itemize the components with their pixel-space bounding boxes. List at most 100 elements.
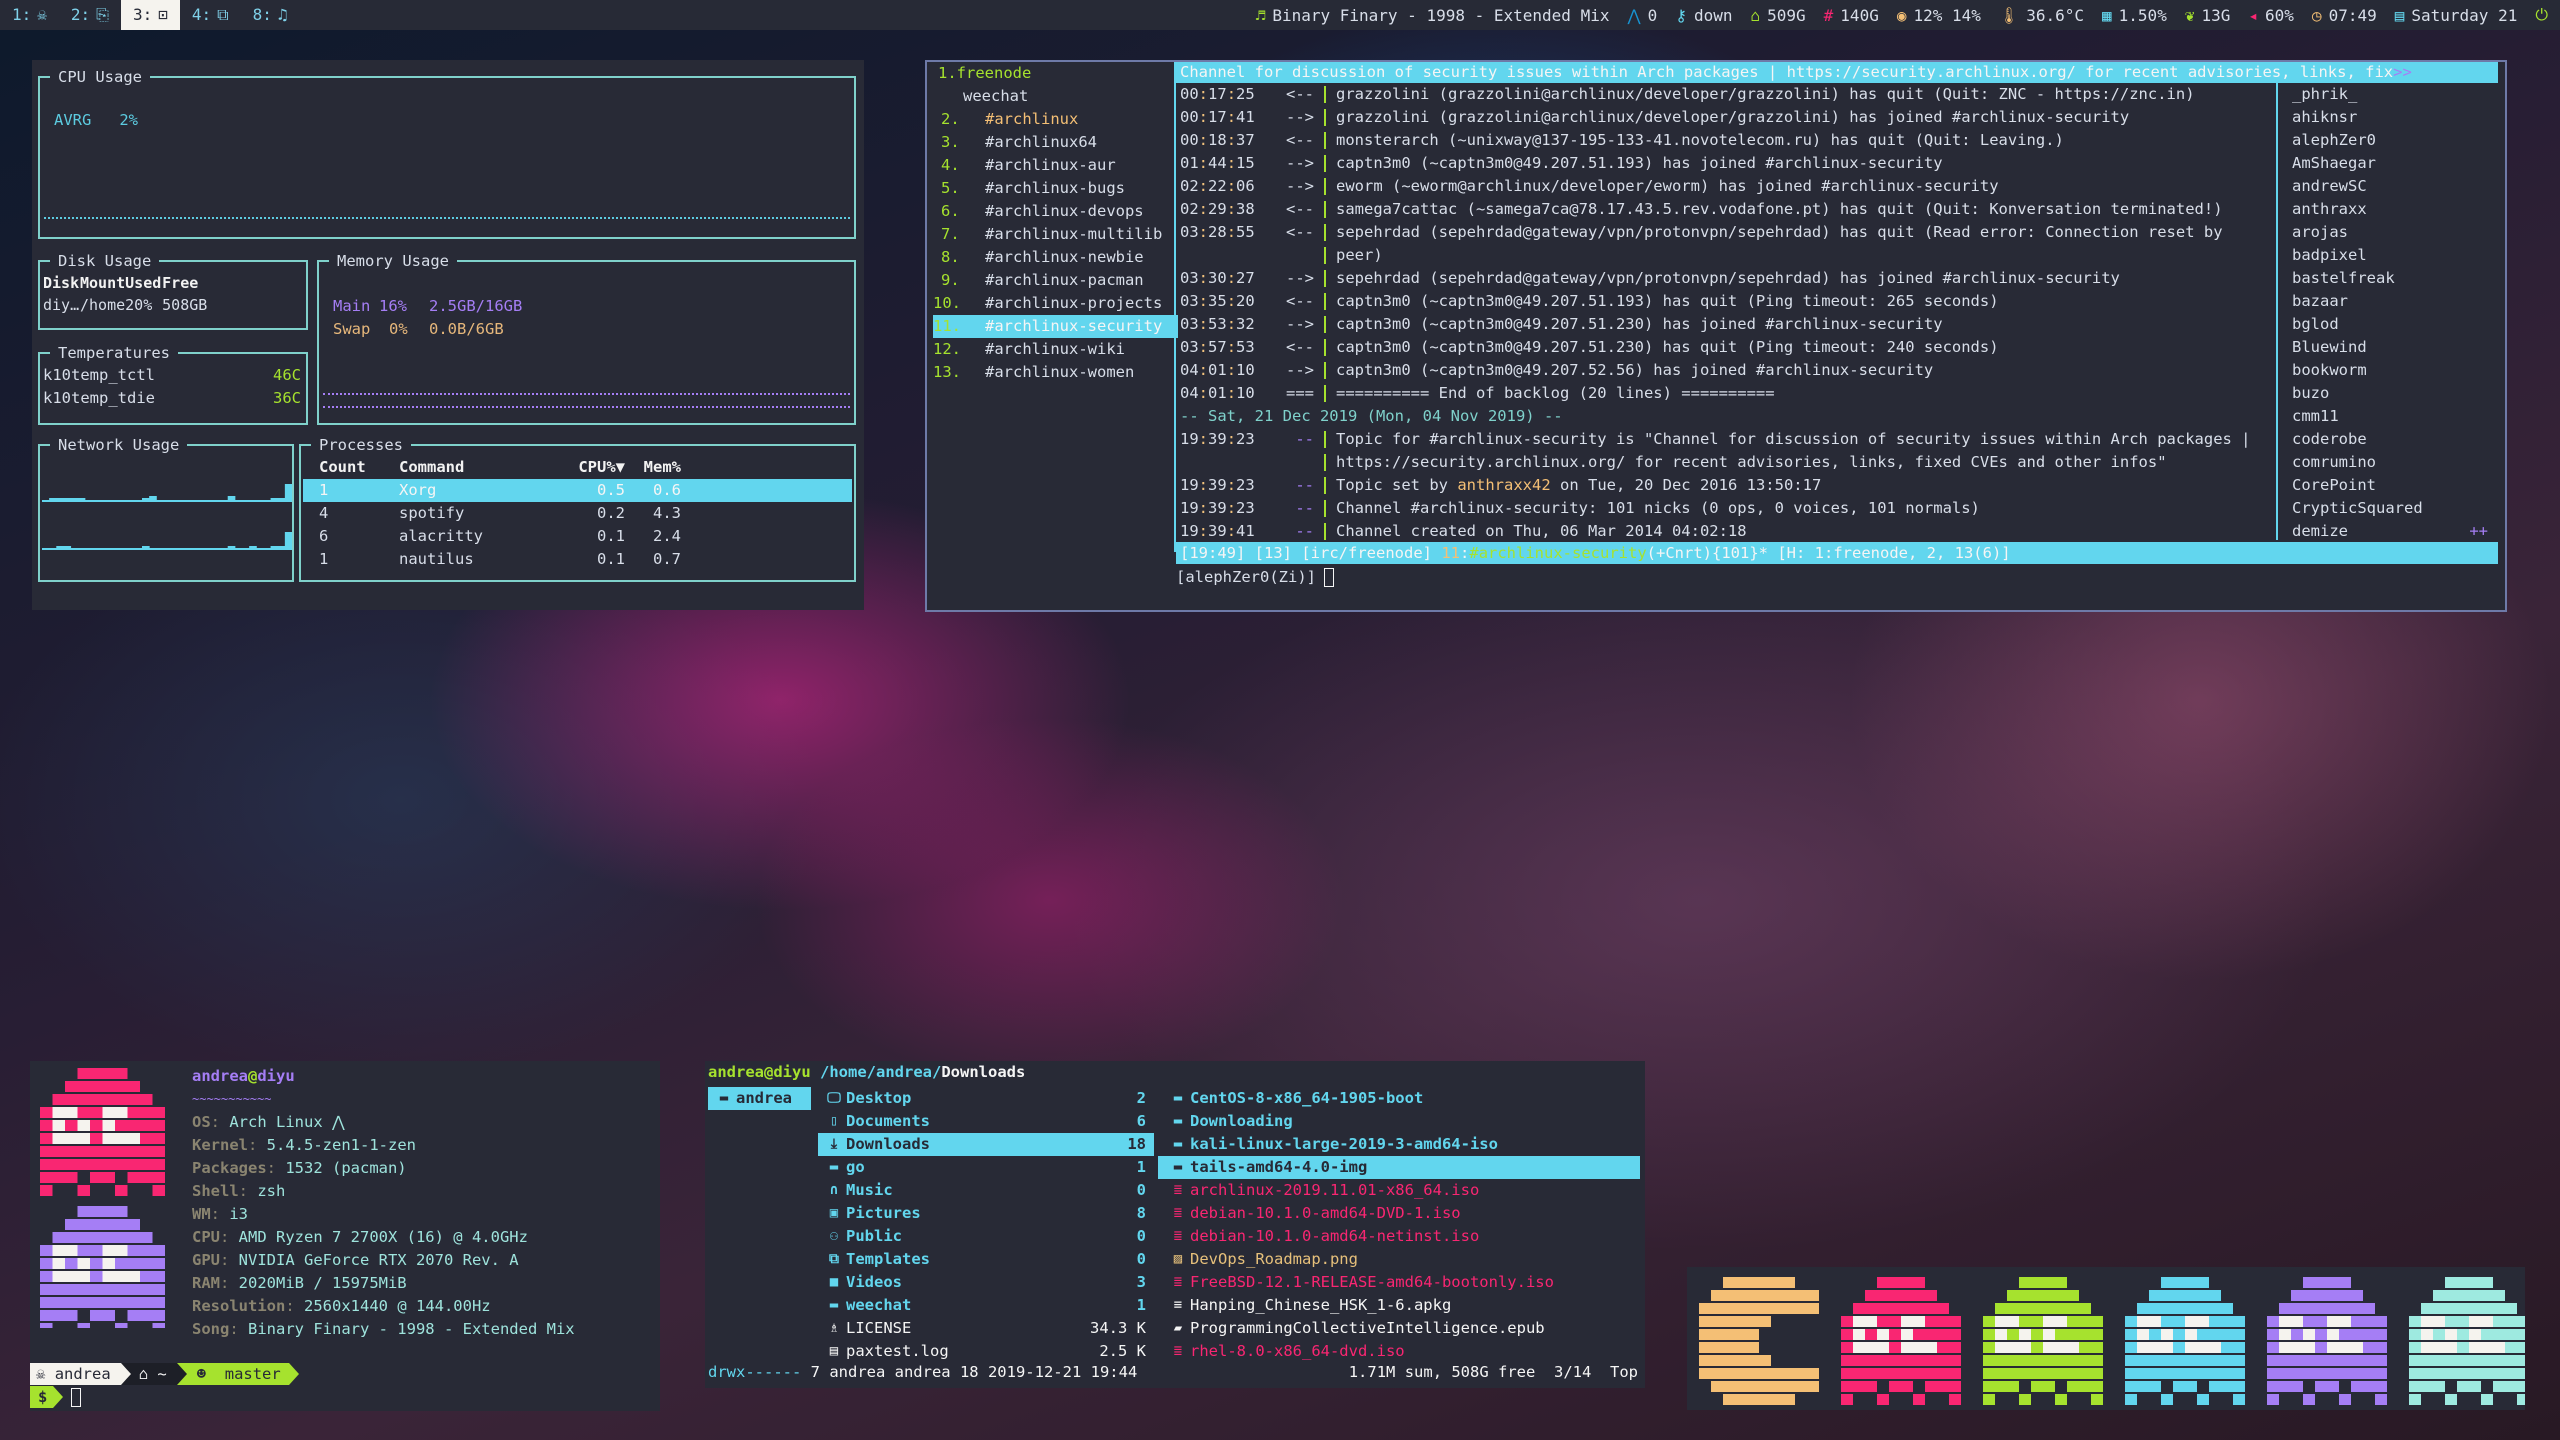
status-clock[interactable]: ◷ 07:49 xyxy=(2312,6,2377,25)
preview-entry[interactable]: ≣ debian-10.1.0-amd64-DVD-1.iso xyxy=(1158,1202,1640,1225)
file-entry[interactable]: ∩ Music 0 xyxy=(818,1179,1154,1202)
nick-item[interactable]: buzo xyxy=(2292,382,2492,405)
process-row[interactable]: 6 alacritty 0.1 2.4 xyxy=(303,525,852,548)
nick-item[interactable]: badpixel xyxy=(2292,244,2492,267)
nick-item[interactable]: Bluewind xyxy=(2292,336,2492,359)
nick-item[interactable]: bookworm xyxy=(2292,359,2492,382)
timestamp: 02:29:38 xyxy=(1180,200,1255,218)
file-entry[interactable]: ■ Videos 3 xyxy=(818,1271,1154,1294)
buffer-item[interactable]: 2. #archlinux xyxy=(933,108,1178,131)
preview-entry[interactable]: ▰ ProgrammingCollectiveIntelligence.epub xyxy=(1158,1317,1640,1340)
status-updates[interactable]: ⋀ 0 xyxy=(1627,6,1657,25)
neofetch-terminal[interactable]: andrea@diyu ~~~~~~~~~~~ OS: Arch Linux ⋀… xyxy=(30,1061,660,1411)
gtop-window[interactable]: CPU Usage AVRG 2% Disk Usage Disk Mount … xyxy=(32,60,864,610)
buffer-item[interactable]: 8. #archlinux-newbie xyxy=(933,246,1178,269)
buffer-item[interactable]: 1.freenode xyxy=(933,62,1178,85)
weechat-input[interactable]: [alephZer0(Zi)] xyxy=(1176,566,1334,589)
process-row[interactable]: 1 nautilus 0.1 0.7 xyxy=(303,548,852,571)
buffer-item[interactable]: 12. #archlinux-wiki xyxy=(933,338,1178,361)
workspace-3[interactable]: 3: ⊡ xyxy=(120,0,180,30)
nick-item[interactable]: bazaar xyxy=(2292,290,2492,313)
buffer-item[interactable]: 3. #archlinux64 xyxy=(933,131,1178,154)
nick-item[interactable]: comrumino xyxy=(2292,451,2492,474)
status-root-disk[interactable]: #140G xyxy=(1824,6,1879,25)
nick-item[interactable]: CrypticSquared xyxy=(2292,497,2492,520)
nick-item[interactable]: ahiknsr xyxy=(2292,106,2492,129)
preview-entry[interactable]: ≣ debian-10.1.0-amd64-netinst.iso xyxy=(1158,1225,1640,1248)
pacman-sprites-terminal[interactable] xyxy=(1687,1267,2529,1410)
nick-item[interactable]: demize ++ xyxy=(2292,520,2492,543)
workspace-2[interactable]: 2: ⎘ xyxy=(59,0,121,30)
file-entry[interactable]: 🖵 Desktop 2 xyxy=(818,1087,1154,1110)
prefix-separator xyxy=(1324,293,1326,310)
workspace-8[interactable]: 8: ♫ xyxy=(241,0,300,30)
file-entry[interactable]: ▤ paxtest.log 2.5 K xyxy=(818,1340,1154,1363)
nick-item[interactable]: CorePoint xyxy=(2292,474,2492,497)
ghost-sprite-pixel xyxy=(52,1232,65,1243)
file-entry[interactable]: ▬ go 1 xyxy=(818,1156,1154,1179)
file-entry[interactable]: ⚇ Public 0 xyxy=(818,1225,1154,1248)
status-power[interactable]: ⏻ xyxy=(2535,5,2548,25)
process-row[interactable]: 4 spotify 0.2 4.3 xyxy=(303,502,852,525)
status-memory[interactable]: ❦ 13G xyxy=(2185,6,2231,25)
preview-entry[interactable]: ▨ DevOps_Roadmap.png xyxy=(1158,1248,1640,1271)
buffer-item[interactable]: 11. #archlinux-security xyxy=(933,315,1178,338)
preview-entry[interactable]: ≣ FreeBSD-12.1-RELEASE-amd64-bootonly.iso xyxy=(1158,1271,1640,1294)
nick-item[interactable]: AmShaegar xyxy=(2292,152,2492,175)
workspace-4[interactable]: 4: ⧉ xyxy=(180,0,241,30)
buffer-item[interactable]: 7. #archlinux-multilib xyxy=(933,223,1178,246)
status-home-disk[interactable]: ⌂ 509G xyxy=(1750,6,1805,25)
buffer-item[interactable]: 4. #archlinux-aur xyxy=(933,154,1178,177)
preview-entry[interactable]: ▬ kali-linux-large-2019-3-amd64-iso xyxy=(1158,1133,1640,1156)
preview-entry[interactable]: ≡ Hanping_Chinese_HSK_1-6.apkg xyxy=(1158,1294,1640,1317)
buffer-item[interactable]: 13. #archlinux-women xyxy=(933,361,1178,384)
file-entry[interactable]: ▬ weechat 1 xyxy=(818,1294,1154,1317)
file-entry[interactable]: ▯ Documents 6 xyxy=(818,1110,1154,1133)
ghost-sprite-pixel xyxy=(77,1323,90,1328)
shell-input-line[interactable]: $ xyxy=(30,1386,82,1408)
file-entry[interactable]: ▣ Pictures 8 xyxy=(818,1202,1154,1225)
file-entry[interactable]: ⤓ Downloads 18 xyxy=(818,1133,1154,1156)
ranger-file-manager[interactable]: andrea@diyu /home/andrea/Downloads ▬ andr… xyxy=(705,1061,1645,1388)
status-cpu-load[interactable]: ▦ 1.50% xyxy=(2102,6,2167,25)
network-tx-bar xyxy=(134,548,143,550)
ghost-sprite-pixel xyxy=(65,1219,78,1230)
parent-entry[interactable]: ▬ andrea xyxy=(708,1087,811,1110)
preview-entry[interactable]: ▬ Downloading xyxy=(1158,1110,1640,1133)
status-vpn[interactable]: ⚷ down xyxy=(1675,6,1732,25)
process-row[interactable]: 1 Xorg 0.5 0.6 xyxy=(303,479,852,502)
preview-entry[interactable]: ▬ tails-amd64-4.0-img xyxy=(1158,1156,1640,1179)
status-temperature[interactable]: 🌡 36.6°C xyxy=(1999,6,2084,25)
status-now-playing[interactable]: ♬ Binary Finary - 1998 - Extended Mix xyxy=(1256,6,1610,25)
nick-item[interactable]: alephZer0 xyxy=(2292,129,2492,152)
nick-item[interactable]: bglod xyxy=(2292,313,2492,336)
ghost-sprite-pixel xyxy=(140,1094,153,1105)
weechat-window[interactable]: 1.freenode weechat 2. #archlinux 3. #archlinu… xyxy=(925,60,2507,612)
ghost-sprite-pixel xyxy=(2327,1303,2339,1314)
workspace-1[interactable]: 1: ☠ xyxy=(0,0,59,30)
nick-item[interactable]: andrewSC xyxy=(2292,175,2492,198)
ghost-sprite-pixel xyxy=(2375,1329,2387,1340)
ghost-sprite-pixel xyxy=(2233,1381,2245,1392)
nick-item[interactable]: coderobe xyxy=(2292,428,2492,451)
buffer-item[interactable]: weechat xyxy=(933,85,1178,108)
buffer-item[interactable]: 6. #archlinux-devops xyxy=(933,200,1178,223)
preview-entry[interactable]: ≣ archlinux-2019.11.01-x86_64.iso xyxy=(1158,1179,1640,1202)
nick-item[interactable]: anthraxx xyxy=(2292,198,2492,221)
buffer-item[interactable]: 5. #archlinux-bugs xyxy=(933,177,1178,200)
status-date[interactable]: ▤ Saturday 21 xyxy=(2395,6,2518,25)
buffer-item[interactable]: 9. #archlinux-pacman xyxy=(933,269,1178,292)
nick-item[interactable]: bastelfreak xyxy=(2292,267,2492,290)
preview-entry[interactable]: ▬ CentOS-8-x86_64-1905-boot xyxy=(1158,1087,1640,1110)
status-volume[interactable]: ◂ 60% xyxy=(2248,6,2294,25)
ghost-sprite-pixel xyxy=(2197,1303,2209,1314)
file-entry[interactable]: ♗ LICENSE 34.3 K xyxy=(818,1317,1154,1340)
nick-item[interactable]: arojas xyxy=(2292,221,2492,244)
ghost-sprite-pixel xyxy=(2055,1277,2067,1288)
nick-item[interactable]: _phrik_ xyxy=(2292,83,2492,106)
file-entry[interactable]: ⧉ Templates 0 xyxy=(818,1248,1154,1271)
status-gpu-usage[interactable]: ◉ 12% 14% xyxy=(1897,6,1981,25)
buffer-item[interactable]: 10. #archlinux-projects xyxy=(933,292,1178,315)
preview-entry[interactable]: ≣ rhel-8.0-x86_64-dvd.iso xyxy=(1158,1340,1640,1363)
nick-item[interactable]: cmm11 xyxy=(2292,405,2492,428)
